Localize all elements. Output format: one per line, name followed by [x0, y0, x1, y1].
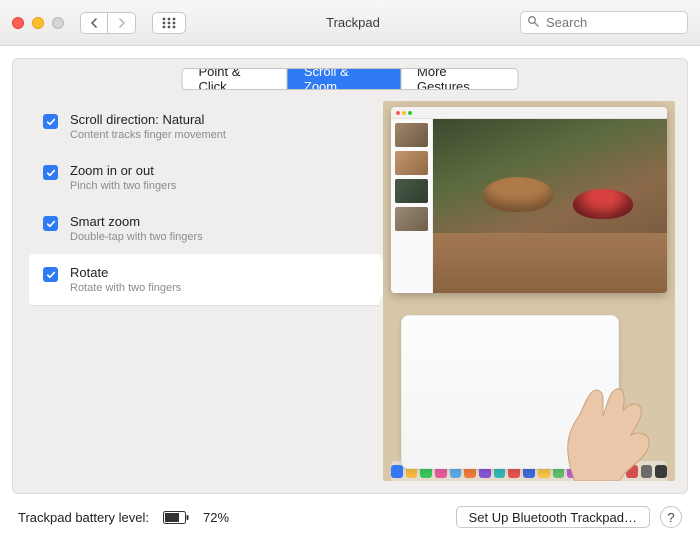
dock-app-icon: [391, 465, 403, 478]
search-input[interactable]: [544, 14, 700, 31]
tab-control: Point & Click Scroll & Zoom More Gesture…: [182, 68, 519, 90]
gesture-preview: [383, 101, 675, 481]
thumbnail: [395, 123, 428, 147]
chevron-left-icon: [90, 18, 98, 28]
option-scroll-direction[interactable]: Scroll direction: Natural Content tracks…: [29, 101, 379, 152]
nav-buttons: [80, 12, 136, 34]
checkbox[interactable]: [43, 114, 58, 129]
chevron-right-icon: [118, 18, 126, 28]
option-subtitle: Rotate with two fingers: [70, 282, 181, 294]
zoom-window-icon: [52, 17, 64, 29]
traffic-lights: [12, 17, 64, 29]
forward-button[interactable]: [108, 12, 136, 34]
check-icon: [46, 270, 56, 280]
checkbox[interactable]: [43, 165, 58, 180]
thumbnail: [395, 179, 428, 203]
option-subtitle: Double-tap with two fingers: [70, 231, 203, 243]
minimize-window-icon[interactable]: [32, 17, 44, 29]
show-all-button[interactable]: [152, 12, 186, 34]
setup-bluetooth-button[interactable]: Set Up Bluetooth Trackpad…: [456, 506, 650, 528]
option-subtitle: Pinch with two fingers: [70, 180, 176, 192]
option-title: Smart zoom: [70, 214, 203, 229]
check-icon: [46, 168, 56, 178]
battery-percent: 72%: [203, 510, 229, 525]
option-title: Zoom in or out: [70, 163, 176, 178]
battery-label: Trackpad battery level:: [18, 510, 149, 525]
grid-icon: [162, 17, 176, 29]
option-subtitle: Content tracks finger movement: [70, 129, 226, 141]
preview-image: [433, 119, 667, 293]
option-smart-zoom[interactable]: Smart zoom Double-tap with two fingers: [29, 203, 379, 254]
preview-window-bar: [391, 107, 667, 119]
tab-more-gestures[interactable]: More Gestures: [401, 69, 517, 89]
footer: Trackpad battery level: 72% Set Up Bluet…: [0, 495, 700, 539]
preview-hand: [535, 361, 665, 481]
option-title: Rotate: [70, 265, 181, 280]
option-zoom[interactable]: Zoom in or out Pinch with two fingers: [29, 152, 379, 203]
close-window-icon[interactable]: [12, 17, 24, 29]
back-button[interactable]: [80, 12, 108, 34]
tab-point-and-click[interactable]: Point & Click: [183, 69, 288, 89]
help-button[interactable]: ?: [660, 506, 682, 528]
preferences-panel: Point & Click Scroll & Zoom More Gesture…: [12, 58, 688, 494]
search-icon: [527, 15, 539, 30]
check-icon: [46, 117, 56, 127]
option-rotate[interactable]: Rotate Rotate with two fingers: [29, 254, 379, 305]
option-title: Scroll direction: Natural: [70, 112, 226, 127]
options-list: Scroll direction: Natural Content tracks…: [29, 101, 379, 305]
preview-sidebar: [391, 119, 433, 293]
battery-icon: [163, 511, 189, 524]
thumbnail: [395, 207, 428, 231]
checkbox[interactable]: [43, 216, 58, 231]
search-field[interactable]: [520, 11, 688, 34]
check-icon: [46, 219, 56, 229]
thumbnail: [395, 151, 428, 175]
tab-scroll-and-zoom[interactable]: Scroll & Zoom: [288, 69, 401, 89]
checkbox[interactable]: [43, 267, 58, 282]
preview-window: [391, 107, 667, 293]
window-title: Trackpad: [196, 15, 510, 30]
titlebar: Trackpad: [0, 0, 700, 46]
